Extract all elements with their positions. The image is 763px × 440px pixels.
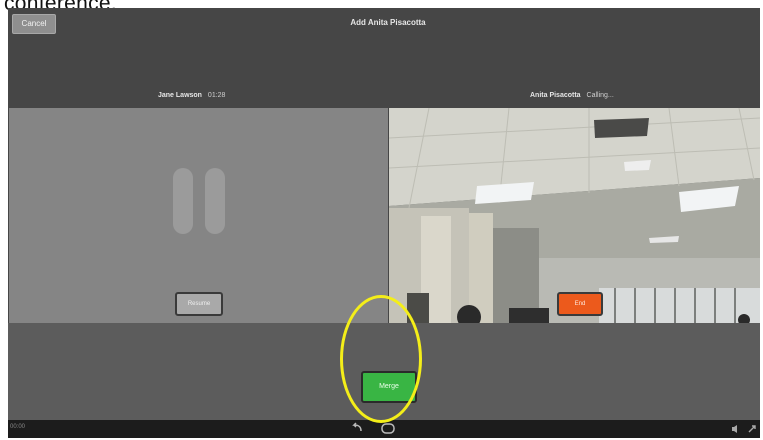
held-call-pane: Resume: [9, 108, 388, 323]
expand-icon[interactable]: [746, 422, 758, 440]
office-video-feed: [389, 108, 760, 323]
volume-icon[interactable]: [730, 422, 742, 440]
back-icon[interactable]: [350, 421, 364, 440]
highlight-circle: [340, 295, 422, 423]
screen-title: Add Anita Pisacotta: [350, 18, 426, 27]
video-pane: End: [389, 108, 760, 323]
home-icon[interactable]: [380, 421, 396, 440]
right-call-status: Calling...: [586, 92, 614, 99]
right-caller-info: Anita Pisacotta Calling...: [530, 92, 614, 99]
left-call-timer: 01:28: [207, 92, 226, 99]
nav-time: 00:00: [10, 424, 26, 430]
pause-icon: [173, 168, 225, 234]
resume-button[interactable]: Resume: [175, 292, 223, 316]
left-caller-name: Jane Lawson: [158, 92, 202, 99]
right-caller-name: Anita Pisacotta: [530, 92, 581, 99]
top-bar: Cancel Add Anita Pisacotta: [8, 8, 760, 44]
left-caller-info: Jane Lawson 01:28: [158, 92, 225, 99]
end-call-button[interactable]: End: [557, 292, 603, 316]
cancel-button[interactable]: Cancel: [12, 14, 56, 34]
